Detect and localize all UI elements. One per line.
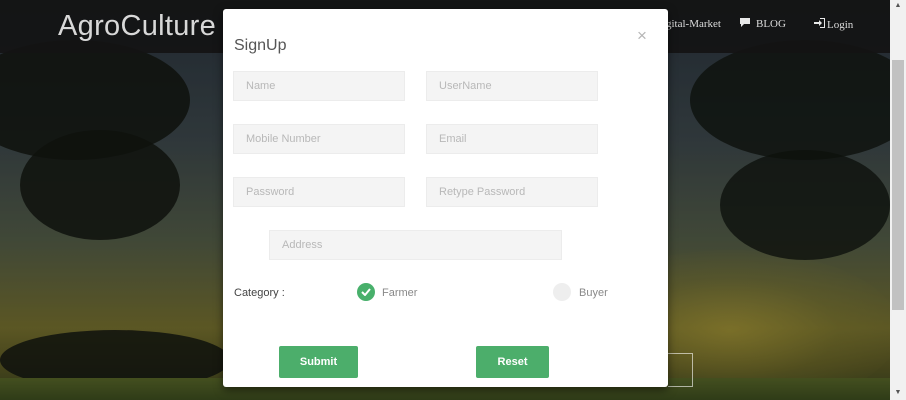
signup-modal: SignUp × Category : Farmer Buyer Submit … <box>223 9 668 387</box>
username-field-wrapper <box>426 71 598 101</box>
comment-icon <box>740 18 750 30</box>
email-input[interactable] <box>427 125 597 153</box>
buyer-radio-label[interactable]: Buyer <box>579 287 608 299</box>
login-icon <box>814 18 825 31</box>
address-field-wrapper <box>269 230 562 260</box>
nav-digital-market-label: gital-Market <box>666 18 721 30</box>
email-field-wrapper <box>426 124 598 154</box>
nav-digital-market-link[interactable]: gital-Market <box>666 18 721 30</box>
checkmark-icon <box>361 288 371 296</box>
submit-button[interactable]: Submit <box>279 346 358 378</box>
username-input[interactable] <box>427 72 597 100</box>
address-input[interactable] <box>270 231 561 259</box>
retype-password-input[interactable] <box>427 178 597 206</box>
nav-blog-label: BLOG <box>756 18 786 30</box>
nav-login-label: Login <box>827 19 854 31</box>
password-field-wrapper <box>233 177 405 207</box>
reset-button[interactable]: Reset <box>476 346 549 378</box>
retype-password-field-wrapper <box>426 177 598 207</box>
close-icon[interactable]: × <box>637 26 647 46</box>
nav-login-link[interactable]: Login <box>814 18 853 31</box>
nav-blog-link[interactable]: BLOG <box>740 18 786 30</box>
background-button-outline <box>668 353 693 387</box>
scrollbar-thumb[interactable] <box>892 60 904 310</box>
category-label: Category : <box>234 287 285 299</box>
name-field-wrapper <box>233 71 405 101</box>
scroll-down-arrow-icon[interactable]: ▼ <box>893 389 903 396</box>
farmer-radio[interactable] <box>357 283 375 301</box>
farmer-radio-label[interactable]: Farmer <box>382 287 417 299</box>
mobile-number-input[interactable] <box>234 125 404 153</box>
mobile-field-wrapper <box>233 124 405 154</box>
buyer-radio[interactable] <box>553 283 571 301</box>
password-input[interactable] <box>234 178 404 206</box>
modal-title: SignUp <box>234 37 287 54</box>
name-input[interactable] <box>234 72 404 100</box>
brand-logo[interactable]: AgroCulture <box>58 10 216 43</box>
scroll-up-arrow-icon[interactable]: ▲ <box>893 2 903 9</box>
